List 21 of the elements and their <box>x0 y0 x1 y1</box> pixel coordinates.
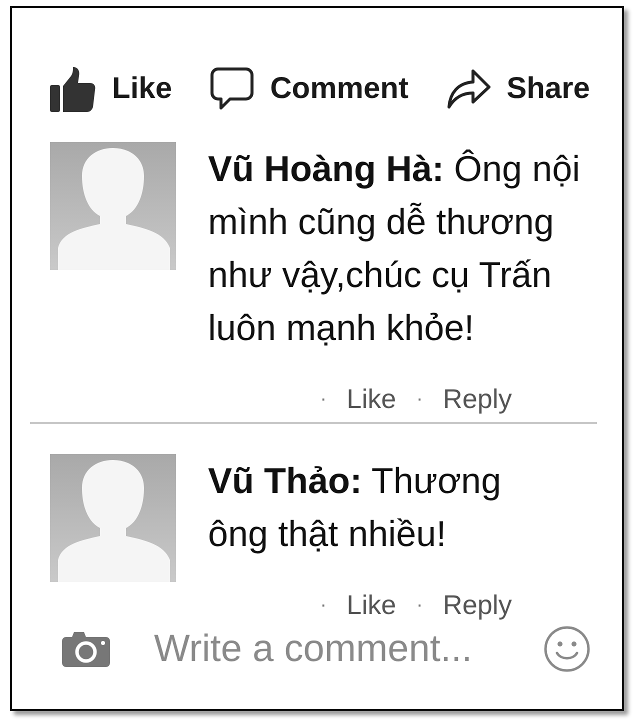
separator-dot: · <box>320 594 327 616</box>
like-button[interactable]: Like <box>50 66 172 112</box>
share-arrow-icon <box>446 69 491 109</box>
speech-bubble-icon <box>210 67 254 111</box>
comment-text: Vũ Thảo: Thương ông thật nhiều! <box>208 459 502 556</box>
reply-link[interactable]: Reply <box>442 384 512 414</box>
comment-field[interactable]: Write a comment... <box>154 626 500 672</box>
share-button[interactable]: Share <box>446 69 590 109</box>
comment-button[interactable]: Comment <box>210 67 408 111</box>
reply-link[interactable]: Reply <box>442 590 512 620</box>
avatar-icon <box>50 454 176 582</box>
thumbs-up-icon <box>50 66 96 112</box>
separator-dot: · <box>320 388 327 410</box>
like-link[interactable]: Like <box>346 590 396 620</box>
like-link[interactable]: Like <box>346 384 396 414</box>
separator-dot: · <box>416 594 423 616</box>
smiley-icon[interactable] <box>544 626 590 672</box>
avatar-icon <box>50 142 176 270</box>
camera-icon[interactable] <box>62 631 110 667</box>
separator-dot: · <box>416 388 423 410</box>
comment-text: Vũ Hoàng Hà: Ông nội mình cũng dễ thương như vậy,chúc cụ Trấn luôn mạnh khỏe! <box>208 147 582 350</box>
